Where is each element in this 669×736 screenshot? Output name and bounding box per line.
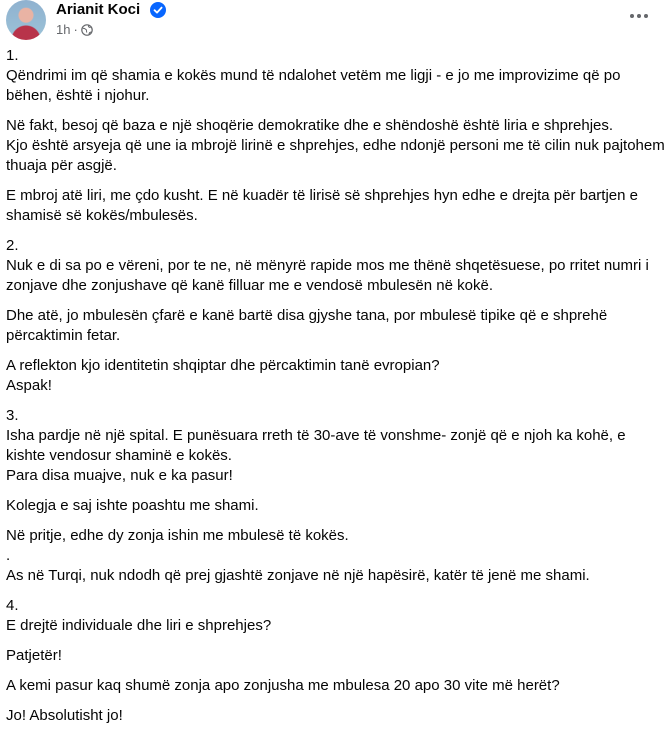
post-paragraph: E mbroj atë liri, me çdo kusht. E në kua… bbox=[6, 187, 638, 224]
post-paragraph: Në pritje, edhe dy zonja ishin me mbules… bbox=[6, 527, 590, 584]
post-text: 1. Qëndrimi im që shamia e kokës mund të… bbox=[6, 46, 666, 736]
globe-icon[interactable] bbox=[81, 23, 93, 36]
post-paragraph: Në fakt, besoj që baza e një shoqërie de… bbox=[6, 117, 665, 174]
post-paragraph: A kemi pasur kaq shumë zonja apo zonjush… bbox=[6, 677, 560, 694]
post-timestamp[interactable]: 1h bbox=[56, 22, 70, 37]
author-avatar[interactable] bbox=[6, 0, 46, 40]
author-name[interactable]: Arianit Koci bbox=[56, 1, 140, 18]
post-paragraph: 1. Qëndrimi im që shamia e kokës mund të… bbox=[6, 47, 621, 104]
post-paragraph: Jo! Absolutisht jo! bbox=[6, 707, 123, 724]
post-paragraph: Dhe atë, jo mbulesën çfarë e kanë bartë … bbox=[6, 307, 608, 344]
post-paragraph: A reflekton kjo identitetin shqiptar dhe… bbox=[6, 357, 440, 394]
post-header: Arianit Koci 1h · bbox=[0, 0, 669, 44]
more-options-icon[interactable] bbox=[627, 8, 651, 24]
post-meta: 1h · bbox=[56, 22, 93, 37]
post-paragraph: Kolegja e saj ishte poashtu me shami. bbox=[6, 497, 259, 514]
verified-badge-icon bbox=[150, 2, 166, 18]
post-paragraph: 2. Nuk e di sa po e vëreni, por te ne, n… bbox=[6, 237, 649, 294]
post-paragraph: 3. Isha pardje në një spital. E punësuar… bbox=[6, 407, 626, 484]
meta-separator: · bbox=[73, 22, 78, 37]
post-paragraph: Patjetër! bbox=[6, 647, 62, 664]
post-paragraph: 4. E drejtë individuale dhe liri e shpre… bbox=[6, 597, 272, 634]
